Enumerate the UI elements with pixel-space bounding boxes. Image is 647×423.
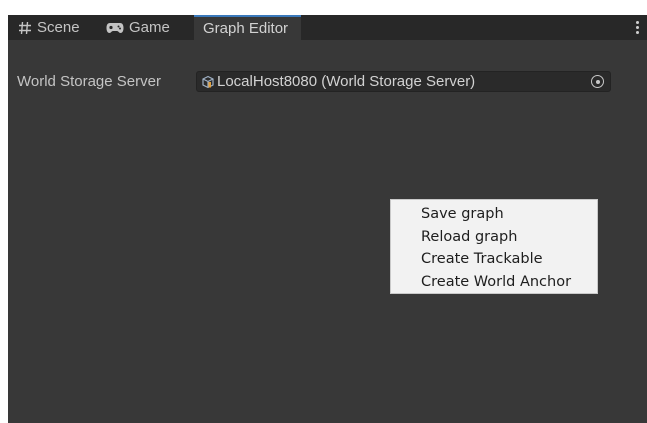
- menu-item-reload-graph[interactable]: Reload graph: [391, 226, 597, 249]
- tab-bar: Scene Game Graph Editor: [8, 15, 647, 40]
- world-storage-server-field[interactable]: LocalHost8080 (World Storage Server): [196, 71, 611, 92]
- hash-icon: [18, 21, 32, 35]
- kebab-menu-icon[interactable]: [633, 19, 641, 35]
- tab-game[interactable]: Game: [106, 15, 186, 40]
- tab-graph-editor[interactable]: Graph Editor: [194, 15, 301, 40]
- menu-item-create-world-anchor[interactable]: Create World Anchor: [391, 271, 597, 294]
- context-menu: Save graph Reload graph Create Trackable…: [390, 199, 598, 294]
- gamepad-icon: [106, 22, 124, 34]
- tab-graph-editor-label: Graph Editor: [203, 20, 289, 37]
- scriptable-object-icon: [201, 75, 215, 89]
- menu-item-create-trackable[interactable]: Create Trackable: [391, 248, 597, 271]
- world-storage-server-value: LocalHost8080 (World Storage Server): [217, 73, 476, 90]
- object-picker-icon[interactable]: [591, 75, 604, 88]
- tab-game-label: Game: [129, 19, 170, 36]
- tab-scene-label: Scene: [37, 19, 80, 36]
- world-storage-server-label: World Storage Server: [17, 73, 161, 90]
- graph-editor-window: Scene Game Graph Editor World Storage Se…: [8, 15, 647, 423]
- menu-item-save-graph[interactable]: Save graph: [391, 203, 597, 226]
- tab-scene[interactable]: Scene: [18, 15, 100, 40]
